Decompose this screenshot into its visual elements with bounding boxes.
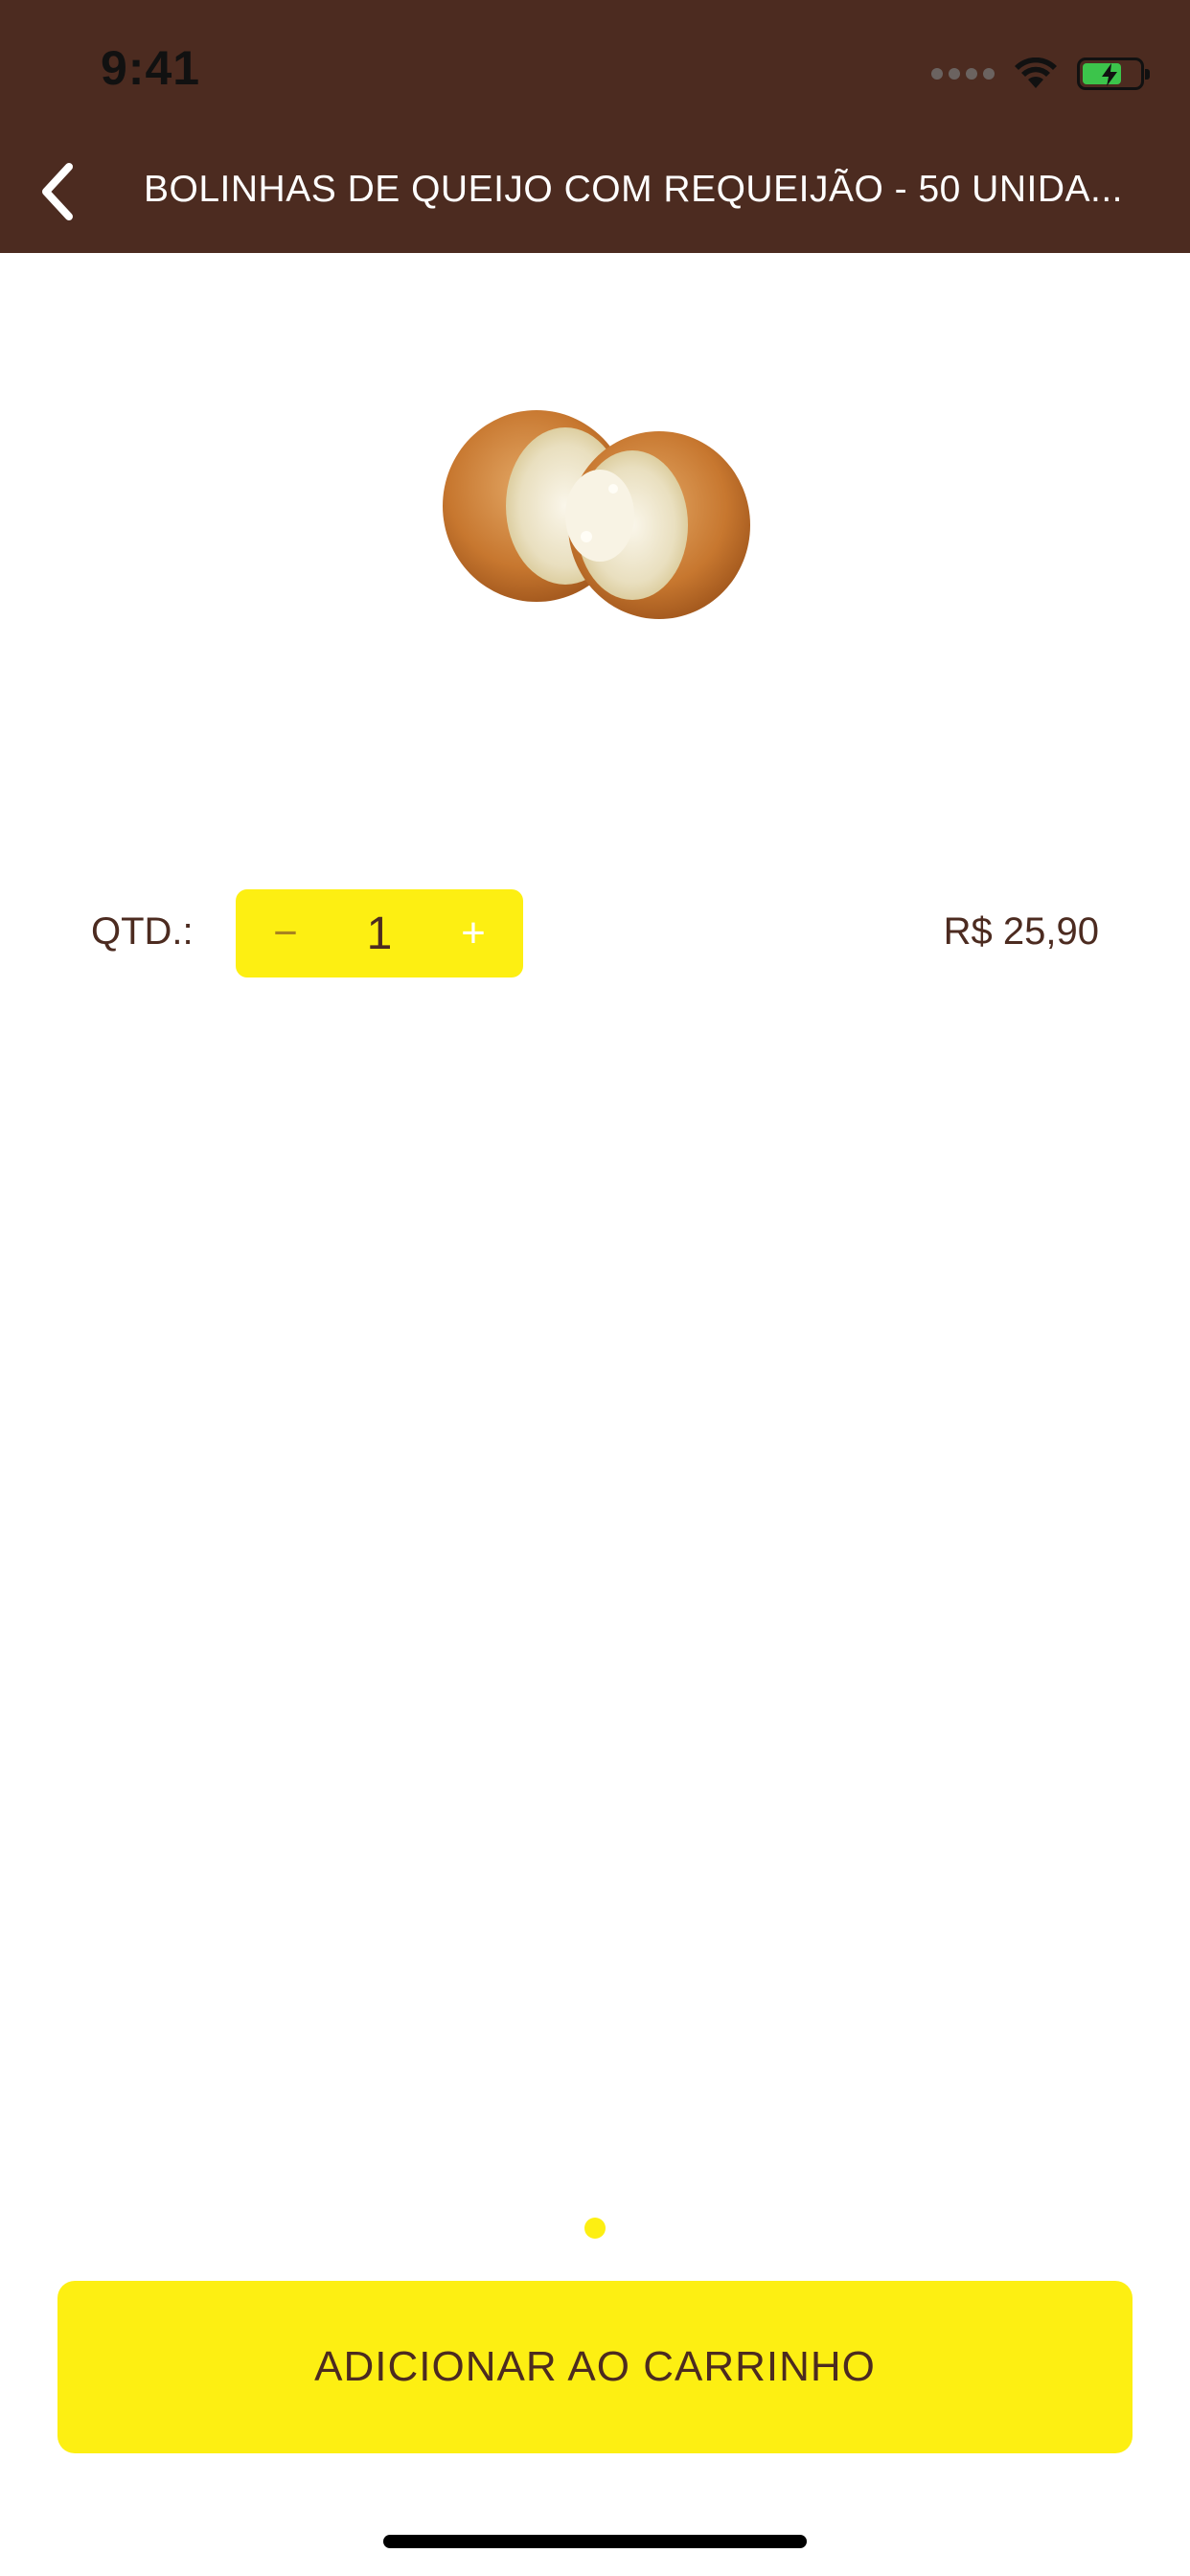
status-time: 9:41 — [101, 41, 201, 95]
page-indicator-dot — [584, 2218, 606, 2239]
chevron-left-icon — [42, 163, 73, 220]
increase-quantity-button[interactable]: + — [446, 907, 500, 960]
product-image — [422, 393, 767, 632]
decrease-quantity-button[interactable]: − — [259, 907, 312, 960]
status-icons — [931, 50, 1150, 98]
product-price: R$ 25,90 — [943, 910, 1099, 953]
quantity-stepper: − 1 + — [236, 889, 523, 978]
add-to-cart-button[interactable]: ADICIONAR AO CARRINHO — [57, 2281, 1133, 2453]
product-detail-screen: 9:41 BOLINHAS DE QUEIJO COM REQUEIJÃO - … — [0, 0, 1190, 2576]
quantity-label: QTD.: — [91, 910, 194, 953]
back-button[interactable] — [27, 153, 88, 230]
add-to-cart-label: ADICIONAR AO CARRINHO — [314, 2343, 876, 2390]
header-bar: 9:41 BOLINHAS DE QUEIJO COM REQUEIJÃO - … — [0, 0, 1190, 253]
page-title: BOLINHAS DE QUEIJO COM REQUEIJÃO - 50 UN… — [144, 169, 1124, 210]
signal-dots-icon — [931, 68, 995, 80]
quantity-value: 1 — [366, 908, 393, 959]
battery-charging-icon — [1077, 58, 1150, 90]
cheese-ball-image — [443, 410, 750, 619]
home-indicator — [383, 2535, 807, 2548]
wifi-icon — [1014, 58, 1058, 90]
